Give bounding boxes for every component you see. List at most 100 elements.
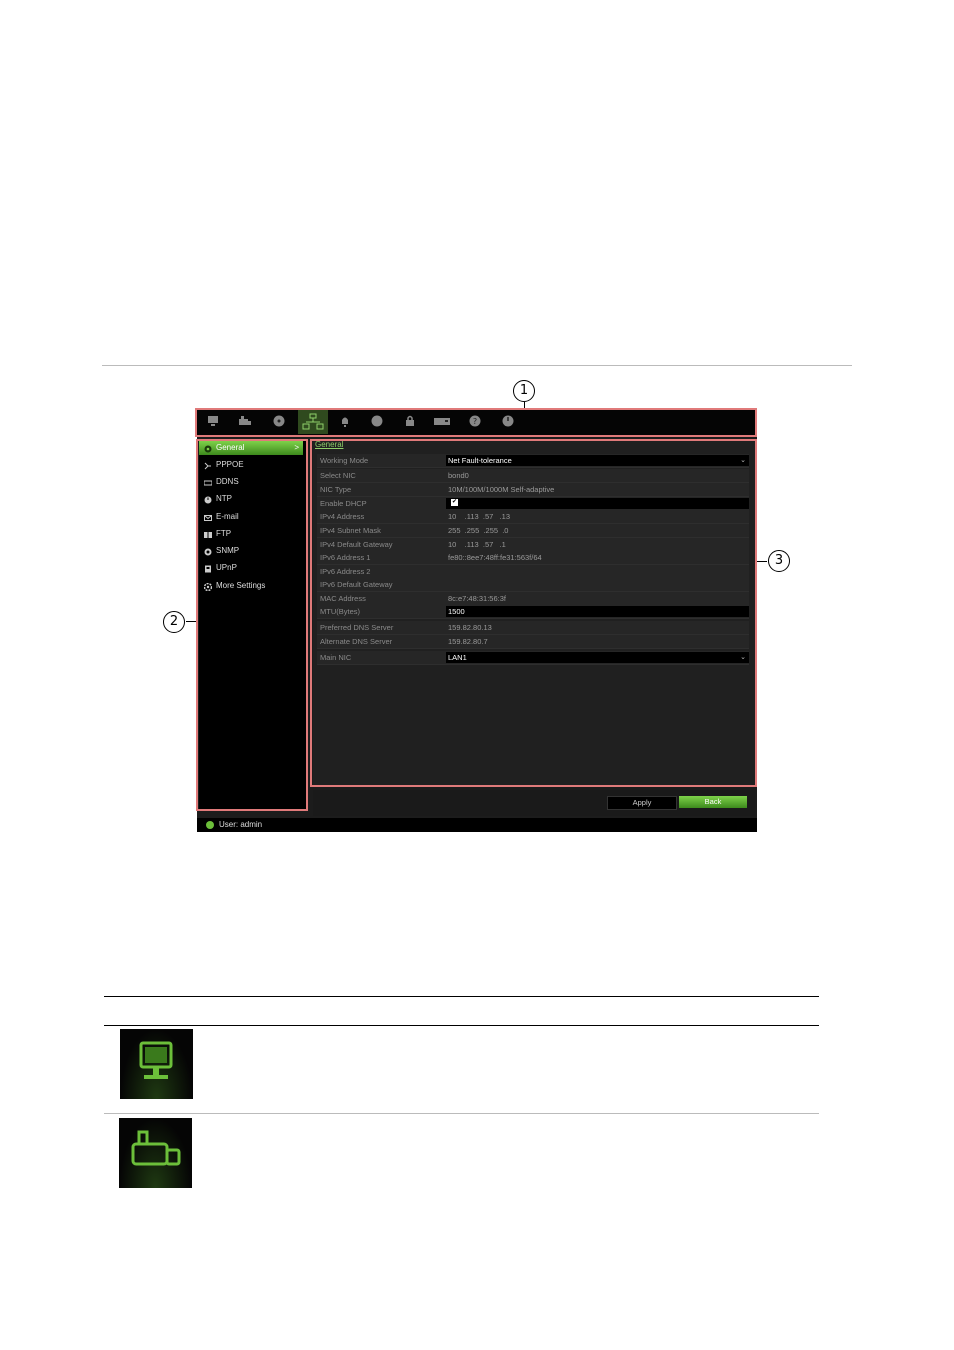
- working-mode-select[interactable]: Net Fault-tolerance: [448, 454, 512, 467]
- hdd-icon[interactable]: [370, 414, 384, 428]
- gear-icon: [204, 444, 212, 453]
- row-label: Working Mode: [320, 456, 369, 465]
- sidebar-item-label: SNMP: [216, 546, 240, 555]
- table-row: Preferred DNS Server 159.82.80.13: [317, 621, 749, 635]
- row-enable-dhcp: Enable DHCP ✔: [317, 497, 749, 511]
- status-bar: User: admin: [197, 818, 757, 832]
- table-rule-row: [104, 1113, 819, 1114]
- sidebar-item-ntp[interactable]: NTP: [199, 492, 303, 506]
- value-box: [446, 606, 749, 617]
- table-row: IPv6 Address 1 fe80::8ee7:48ff:fe31:563f…: [317, 551, 749, 565]
- row-label: NIC Type: [320, 485, 352, 494]
- section-divider: [102, 365, 852, 366]
- row-label: IPv4 Subnet Mask: [320, 526, 381, 535]
- pppoe-icon: [204, 461, 212, 470]
- alternate-dns-field[interactable]: 159.82.80.7: [448, 635, 488, 648]
- row-main-nic[interactable]: Main NIC LAN1 ⌄: [317, 651, 749, 665]
- monitor-icon[interactable]: [206, 414, 220, 428]
- mail-icon: [204, 513, 212, 521]
- snmp-icon: [204, 547, 212, 556]
- button-bar: Apply Back: [313, 790, 755, 816]
- ntp-icon: [204, 495, 212, 504]
- chevron-down-icon[interactable]: ⌄: [740, 454, 746, 467]
- row-value: 8c:e7:48:31:56:3f: [448, 594, 506, 603]
- alarm-icon[interactable]: [338, 414, 352, 428]
- row-label: IPv4 Default Gateway: [320, 540, 393, 549]
- sidebar-item-label: NTP: [216, 494, 232, 503]
- sidebar-item-more-settings[interactable]: More Settings: [199, 579, 303, 593]
- row-label: MAC Address: [320, 594, 366, 603]
- main-nic-select[interactable]: LAN1: [448, 651, 467, 664]
- sidebar-item-upnp[interactable]: UPnP: [199, 561, 303, 575]
- chevron-down-icon[interactable]: ⌄: [740, 651, 746, 664]
- value-box: [446, 498, 749, 509]
- value-box: [446, 652, 749, 663]
- table-row: IPv6 Address 2: [317, 565, 749, 579]
- back-button[interactable]: Back: [679, 796, 747, 808]
- table-rule-header: [104, 1025, 819, 1026]
- table-row: IPv4 Default Gateway 10 .113 .57 .1: [317, 538, 749, 552]
- ipv4-address-field[interactable]: 10 .113 .57 .13: [448, 510, 510, 523]
- sidebar-item-pppoe[interactable]: PPPOE: [199, 458, 303, 472]
- upnp-icon: [204, 564, 212, 573]
- settings-icon: [203, 582, 213, 592]
- sidebar-item-label: FTP: [216, 529, 232, 538]
- general-settings-panel: General Working Mode Net Fault-tolerance…: [313, 440, 755, 786]
- sidebar-item-ddns[interactable]: DDNS: [199, 475, 303, 489]
- callout-2: 2: [163, 611, 185, 633]
- tab-general[interactable]: General: [315, 440, 343, 449]
- camera-icon[interactable]: [238, 414, 252, 428]
- row-label: Preferred DNS Server: [320, 623, 394, 632]
- chevron-right-icon: >: [294, 443, 299, 452]
- apply-button[interactable]: Apply: [607, 796, 677, 810]
- top-menu-bar: ?: [197, 408, 757, 436]
- sidebar-item-label: PPPOE: [216, 460, 244, 469]
- ddns-icon: [203, 478, 213, 486]
- network-settings-screenshot: ? General > PPPOE DDNS NTP E-mail FTP SN…: [195, 408, 757, 832]
- gateway-field[interactable]: 10 .113 .57 .1: [448, 538, 506, 551]
- subnet-mask-field[interactable]: 255 .255 .255 .0: [448, 524, 508, 537]
- sidebar-item-label: UPnP: [216, 563, 237, 572]
- sidebar-item-email[interactable]: E-mail: [199, 510, 303, 524]
- sidebar-item-label: More Settings: [216, 581, 266, 590]
- table-row: Select NIC bond0: [317, 469, 749, 483]
- help-icon[interactable]: ?: [468, 414, 482, 428]
- sidebar-item-snmp[interactable]: SNMP: [199, 544, 303, 558]
- svg-text:?: ?: [473, 417, 477, 426]
- table-row: IPv6 Default Gateway: [317, 578, 749, 592]
- row-label: IPv6 Default Gateway: [320, 580, 393, 589]
- power-icon[interactable]: [501, 414, 515, 428]
- table-row: IPv4 Subnet Mask 255 .255 .255 .0: [317, 524, 749, 538]
- row-label: MTU(Bytes): [320, 607, 360, 616]
- row-label: Main NIC: [320, 653, 352, 662]
- current-user-label: User: admin: [219, 820, 263, 829]
- callout-1: 1: [513, 380, 535, 402]
- monitor-icon: [120, 1029, 193, 1099]
- user-status-icon: [206, 821, 214, 829]
- device-icon[interactable]: [433, 414, 451, 428]
- network-icon[interactable]: [298, 410, 328, 434]
- mtu-field[interactable]: 1500: [448, 605, 465, 618]
- sidebar-item-label: E-mail: [216, 512, 239, 521]
- lock-icon[interactable]: [403, 414, 417, 428]
- sidebar-item-ftp[interactable]: FTP: [199, 527, 303, 541]
- callout-3: 3: [768, 550, 790, 572]
- row-working-mode[interactable]: Working Mode Net Fault-tolerance ⌄: [317, 454, 749, 468]
- preferred-dns-field[interactable]: 159.82.80.13: [448, 621, 492, 634]
- disk-icon[interactable]: [272, 414, 286, 428]
- row-label: IPv4 Address: [320, 512, 365, 521]
- row-label: Alternate DNS Server: [320, 637, 393, 646]
- row-value: bond0: [448, 471, 469, 480]
- table-rule-top: [104, 996, 819, 997]
- sidebar-item-label: General: [216, 443, 245, 452]
- enable-dhcp-checkbox[interactable]: ✔: [451, 499, 458, 506]
- row-label: Enable DHCP: [320, 499, 367, 508]
- table-row: NIC Type 10M/100M/1000M Self-adaptive: [317, 483, 749, 497]
- table-row: IPv4 Address 10 .113 .57 .13: [317, 510, 749, 524]
- row-label: IPv6 Address 2: [320, 567, 371, 576]
- sidebar-item-general[interactable]: General >: [199, 441, 303, 455]
- row-mtu: MTU(Bytes) 1500: [317, 605, 749, 619]
- row-label: Select NIC: [320, 471, 356, 480]
- row-value: 10M/100M/1000M Self-adaptive: [448, 485, 555, 494]
- row-value: fe80::8ee7:48ff:fe31:563f/64: [448, 553, 542, 562]
